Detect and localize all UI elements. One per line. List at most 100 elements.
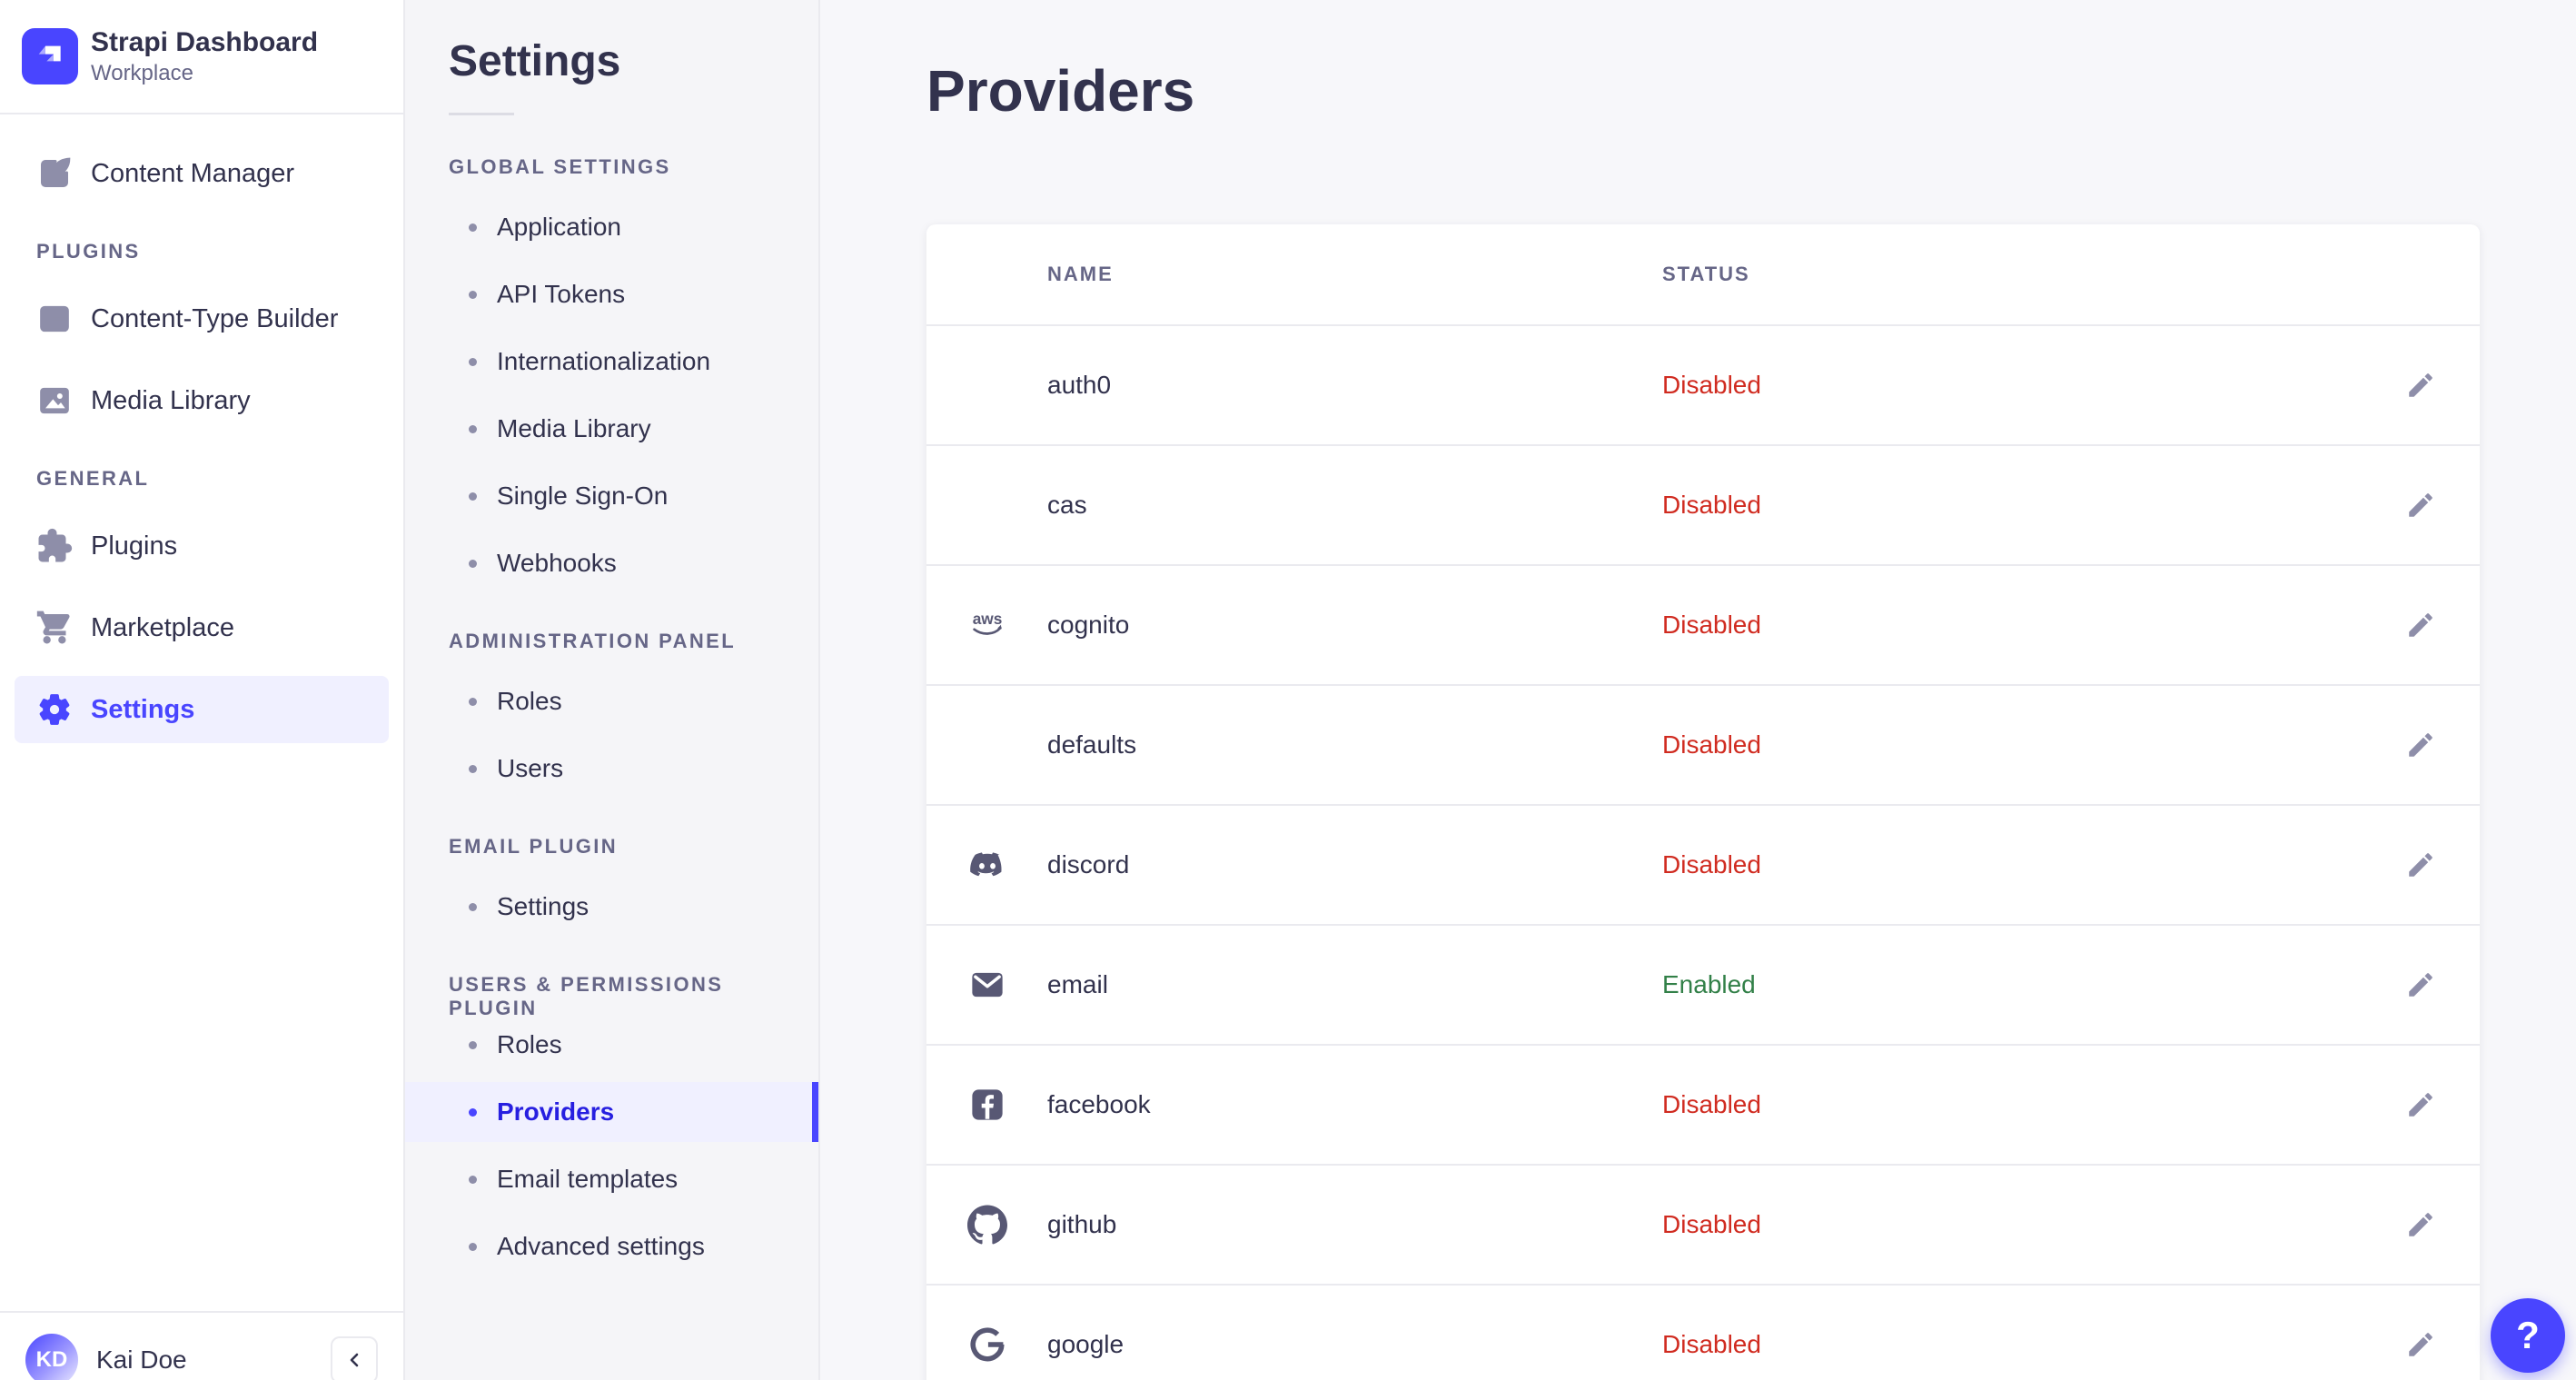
edit-provider-button[interactable] bbox=[2400, 964, 2442, 1006]
edit-provider-button[interactable] bbox=[2400, 1084, 2442, 1126]
subnav-section-users-permissions-plugin: USERS & PERMISSIONS PLUGIN bbox=[449, 973, 724, 1019]
workspace-header[interactable]: Strapi Dashboard Workplace bbox=[0, 0, 403, 114]
sidebar-item-marketplace[interactable]: Marketplace bbox=[15, 594, 389, 661]
provider-name: auth0 bbox=[1047, 325, 1662, 446]
workspace-subtitle: Workplace bbox=[91, 61, 193, 85]
sidebar-item-media-library[interactable]: Media Library bbox=[15, 367, 389, 434]
subnav-item-advanced-settings[interactable]: Advanced settings bbox=[449, 1220, 818, 1273]
subnav-item-webhooks[interactable]: Webhooks bbox=[449, 537, 818, 590]
github-icon bbox=[966, 1205, 1007, 1245]
status-badge: Disabled bbox=[1662, 1090, 1761, 1118]
discord-icon bbox=[969, 852, 1002, 877]
subnav-item-application[interactable]: Application bbox=[449, 201, 818, 253]
facebook-icon bbox=[971, 1089, 1003, 1120]
svg-text:aws: aws bbox=[972, 610, 1002, 628]
column-header-status: STATUS bbox=[1662, 224, 2362, 326]
table-row: auth0 Disabled bbox=[926, 325, 2480, 446]
subnav-item-api-tokens[interactable]: API Tokens bbox=[449, 268, 818, 321]
status-badge: Disabled bbox=[1662, 850, 1761, 879]
subnav-item-label: Webhooks bbox=[497, 549, 617, 577]
provider-name: email bbox=[1047, 925, 1662, 1046]
subnav-item-label: Users bbox=[497, 754, 564, 782]
bullet-icon bbox=[469, 1242, 477, 1251]
bullet-icon bbox=[469, 1107, 477, 1117]
column-header-name: NAME bbox=[1047, 224, 1662, 326]
status-badge: Disabled bbox=[1662, 611, 1761, 639]
provider-name: facebook bbox=[1047, 1045, 1662, 1166]
collapse-sidebar-button[interactable] bbox=[331, 1336, 378, 1380]
sidebar-item-plugins[interactable]: Plugins bbox=[15, 512, 389, 580]
main-content: Providers NAME STATUS auth0 Disabled cas… bbox=[820, 0, 2576, 1380]
edit-provider-button[interactable] bbox=[2400, 1204, 2442, 1246]
subnav-section-administration-panel: ADMINISTRATION PANEL bbox=[449, 630, 737, 652]
header-icon-spacer bbox=[926, 224, 1047, 326]
edit-provider-button[interactable] bbox=[2400, 604, 2442, 646]
subnav-item-single-sign-on[interactable]: Single Sign-On bbox=[449, 470, 818, 522]
table-row: discord Disabled bbox=[926, 805, 2480, 926]
google-icon bbox=[970, 1327, 1005, 1362]
avatar[interactable]: KD bbox=[25, 1334, 78, 1380]
subnav-item-providers[interactable]: Providers bbox=[405, 1082, 818, 1142]
subnav-item-label: Application bbox=[497, 213, 621, 241]
subnav-item-users[interactable]: Users bbox=[449, 742, 818, 795]
pencil-icon bbox=[2409, 973, 2432, 997]
sidebar-item-settings[interactable]: Settings bbox=[15, 676, 389, 743]
providers-table-card: NAME STATUS auth0 Disabled cas Disabled … bbox=[926, 224, 2480, 1380]
pencil-icon bbox=[2409, 1333, 2432, 1356]
table-row: github Disabled bbox=[926, 1165, 2480, 1286]
header-action-spacer bbox=[2362, 224, 2480, 326]
edit-provider-button[interactable] bbox=[2400, 364, 2442, 406]
provider-name: discord bbox=[1047, 805, 1662, 926]
subnav-item-label: Roles bbox=[497, 1030, 562, 1058]
table-row: cas Disabled bbox=[926, 445, 2480, 566]
provider-name: cas bbox=[1047, 445, 1662, 566]
subnav-item-email-templates[interactable]: Email templates bbox=[449, 1153, 818, 1206]
subnav-item-roles-admin[interactable]: Roles bbox=[449, 675, 818, 728]
sidebar-item-content-manager[interactable]: Content Manager bbox=[15, 140, 389, 207]
pencil-icon bbox=[2409, 1213, 2432, 1236]
bullet-icon bbox=[469, 697, 477, 706]
pencil-icon bbox=[2409, 853, 2432, 877]
subnav-title: Settings bbox=[449, 37, 621, 85]
status-badge: Enabled bbox=[1662, 970, 1756, 998]
subnav-item-media-library[interactable]: Media Library bbox=[449, 402, 818, 455]
bullet-icon bbox=[469, 424, 477, 433]
subnav-item-internationalization[interactable]: Internationalization bbox=[449, 335, 818, 388]
help-button[interactable]: ? bbox=[2491, 1298, 2565, 1373]
sidebar-item-content-type-builder[interactable]: Content-Type Builder bbox=[15, 285, 389, 352]
sidebar-section-plugins: PLUGINS bbox=[36, 240, 141, 263]
bullet-icon bbox=[469, 1040, 477, 1049]
subnav-item-roles-up[interactable]: Roles bbox=[449, 1018, 818, 1071]
edit-provider-button[interactable] bbox=[2400, 724, 2442, 766]
bullet-icon bbox=[469, 223, 477, 232]
subnav-item-label: API Tokens bbox=[497, 280, 626, 308]
status-badge: Disabled bbox=[1662, 1210, 1761, 1238]
puzzle-icon bbox=[38, 528, 73, 562]
sidebar-item-label: Plugins bbox=[91, 531, 178, 561]
subnav-item-label: Roles bbox=[497, 687, 562, 715]
table-row: google Disabled bbox=[926, 1285, 2480, 1380]
edit-provider-button[interactable] bbox=[2400, 484, 2442, 526]
table-row: facebook Disabled bbox=[926, 1045, 2480, 1166]
subnav-item-label: Internationalization bbox=[497, 347, 711, 375]
provider-name: defaults bbox=[1047, 685, 1662, 806]
page-title: Providers bbox=[926, 58, 1195, 124]
pencil-icon bbox=[2409, 493, 2432, 517]
content-manager-icon bbox=[41, 157, 71, 187]
edit-provider-button[interactable] bbox=[2400, 1324, 2442, 1365]
subnav-item-email-settings[interactable]: Settings bbox=[449, 880, 818, 933]
pencil-icon bbox=[2409, 733, 2432, 757]
pencil-icon bbox=[2409, 373, 2432, 397]
settings-subnav: Settings GLOBAL SETTINGS Application API… bbox=[405, 0, 820, 1380]
user-footer: KD Kai Doe bbox=[0, 1311, 403, 1380]
provider-name: github bbox=[1047, 1165, 1662, 1286]
subnav-item-label: Email templates bbox=[497, 1165, 679, 1193]
bullet-icon bbox=[469, 357, 477, 366]
table-row: email Enabled bbox=[926, 925, 2480, 1046]
chevron-left-icon bbox=[350, 1353, 359, 1367]
pencil-icon bbox=[2409, 1093, 2432, 1117]
subnav-item-label: Providers bbox=[497, 1097, 615, 1126]
edit-provider-button[interactable] bbox=[2400, 844, 2442, 886]
provider-name: cognito bbox=[1047, 565, 1662, 686]
table-row: defaults Disabled bbox=[926, 685, 2480, 806]
